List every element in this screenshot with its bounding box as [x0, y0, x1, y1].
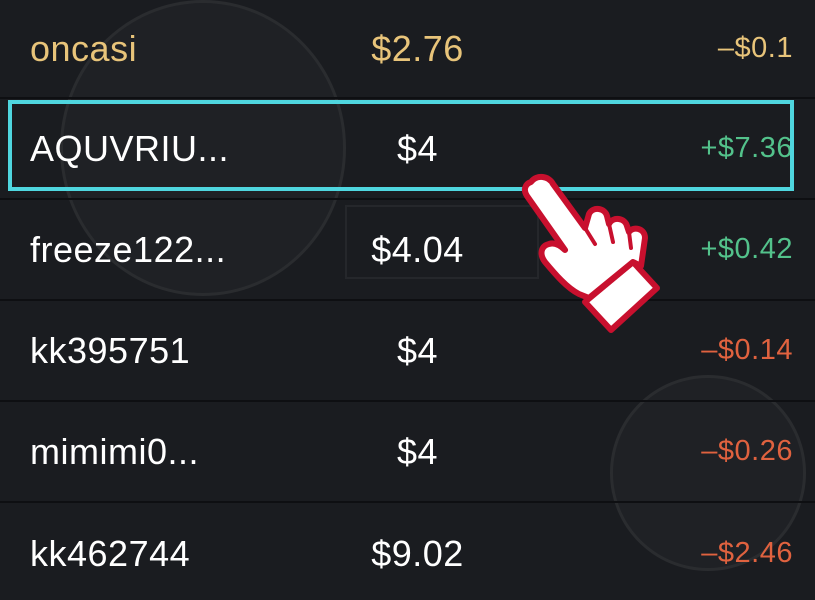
- profit-amount: –$0.14: [701, 334, 793, 366]
- player-bet-list: oncasi $2.76 –$0.1 AQUVRIU... $4 +$7.36 …: [0, 0, 815, 600]
- profit-amount: –$0.1: [717, 32, 793, 64]
- profit-amount: +$7.36: [700, 132, 793, 164]
- list-item[interactable]: mimimi0... $4 –$0.26: [0, 402, 815, 503]
- bet-history-panel: oncasi $2.76 –$0.1 AQUVRIU... $4 +$7.36 …: [0, 0, 815, 600]
- bet-amount: $4: [396, 430, 439, 472]
- list-item[interactable]: oncasi $2.76 –$0.1: [0, 0, 815, 99]
- bet-amount: $9.02: [371, 532, 464, 574]
- bet-amount: $4: [396, 329, 439, 371]
- profit-amount: –$2.46: [701, 537, 793, 569]
- pointing-hand-icon: [515, 170, 660, 345]
- list-item[interactable]: freeze122... $4.04 +$0.42: [0, 200, 815, 301]
- profit-amount: –$0.26: [701, 435, 793, 467]
- profit-amount: +$0.42: [700, 233, 793, 265]
- bet-amount: $4.04: [371, 228, 464, 270]
- bet-amount: $2.76: [371, 27, 464, 69]
- list-item[interactable]: kk395751 $4 –$0.14: [0, 301, 815, 402]
- list-item[interactable]: AQUVRIU... $4 +$7.36: [0, 99, 815, 200]
- bet-amount: $4: [396, 127, 439, 169]
- list-item[interactable]: kk462744 $9.02 –$2.46: [0, 503, 815, 600]
